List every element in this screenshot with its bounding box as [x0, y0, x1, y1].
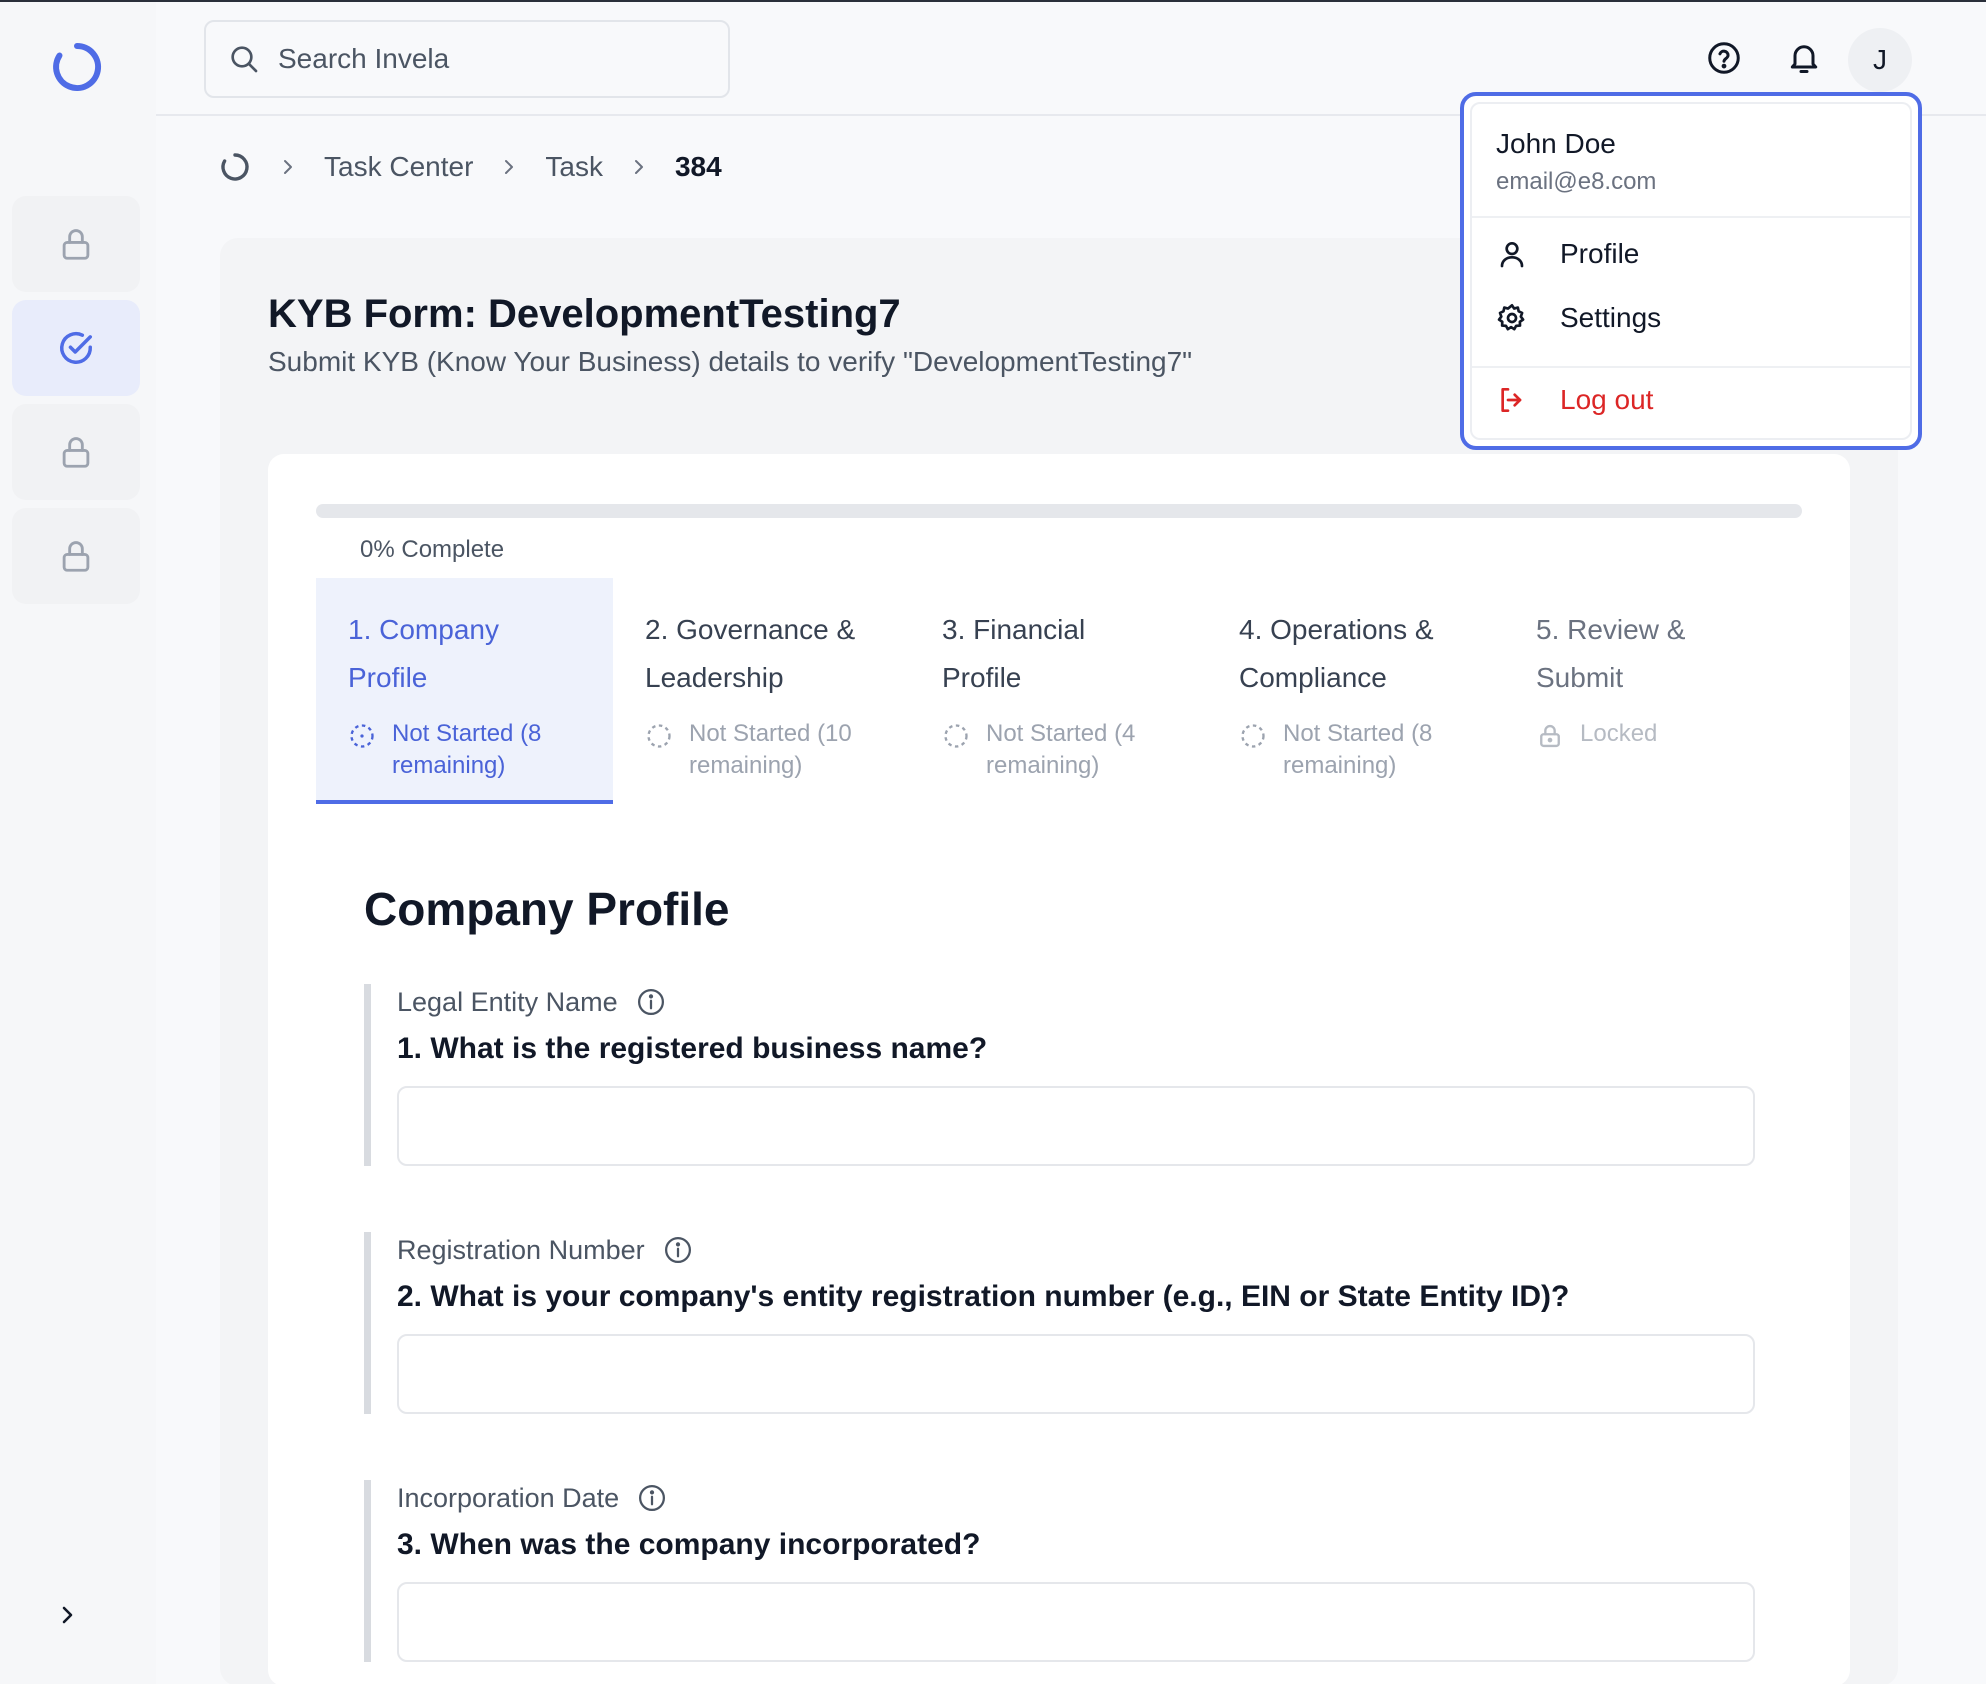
user-menu-dropdown: John Doe email@e8.com Profile Settings L… [1460, 92, 1922, 450]
user-icon [1500, 242, 1524, 268]
page-title: KYB Form: DevelopmentTesting7 [268, 292, 901, 336]
dashed-circle-icon [350, 724, 374, 748]
step-tabs: 1. Company Profile Not Started (8 remainin… [316, 578, 1802, 804]
sidebar-item-tasks[interactable] [12, 300, 140, 396]
breadcrumb-task[interactable]: Task [545, 151, 603, 183]
gear-icon [1497, 304, 1525, 331]
tab-operations-compliance[interactable]: 4. Operations & Compliance Not Started (8… [1207, 578, 1504, 804]
menu-item-logout[interactable]: Log out [1496, 384, 1653, 416]
tab-governance-leadership[interactable]: 2. Governance & Leadership Not Started (1… [613, 578, 910, 804]
form-body: 0% Complete 1. Company Profile Not Starte… [268, 454, 1850, 1684]
registration-number-input[interactable] [397, 1334, 1755, 1414]
step-status: Not Started (8 remaining) [348, 718, 581, 782]
legal-entity-name-input[interactable] [397, 1086, 1755, 1166]
user-email: email@e8.com [1496, 168, 1657, 195]
chevron-right-icon [505, 160, 514, 174]
kyb-form-card: KYB Form: DevelopmentTesting7 Submit KYB… [220, 238, 1898, 1684]
page-subtitle: Submit KYB (Know Your Business) details … [268, 346, 1193, 377]
field-question: 1. What is the registered business name? [397, 1032, 988, 1065]
field-question: 3. When was the company incorporated? [397, 1528, 981, 1561]
home-logo-icon[interactable] [218, 150, 252, 184]
dashed-circle-icon [944, 724, 968, 748]
step-title: 4. Operations & Compliance [1239, 614, 1434, 693]
info-icon[interactable] [636, 987, 666, 1017]
search-bar[interactable] [204, 20, 730, 98]
step-title: 2. Governance & Leadership [645, 614, 856, 693]
lock-icon [1540, 724, 1560, 748]
menu-divider [1472, 216, 1910, 218]
field-legal-entity-name: Legal Entity Name 1. What is the registe… [364, 984, 1756, 1166]
info-icon[interactable] [663, 1235, 693, 1265]
info-icon[interactable] [637, 1483, 667, 1513]
field-label: Legal Entity Name [397, 984, 1756, 1020]
step-title: 1. Company Profile [348, 614, 499, 693]
sidebar-item-locked-3[interactable] [12, 508, 140, 604]
dashed-circle-icon [647, 724, 671, 748]
chevron-right-icon [634, 160, 643, 174]
breadcrumb-task-center[interactable]: Task Center [324, 151, 473, 183]
search-icon [231, 46, 258, 73]
help-icon[interactable] [1706, 40, 1742, 76]
breadcrumb-current: 384 [674, 151, 722, 182]
sidebar [0, 2, 156, 1684]
menu-item-settings[interactable]: Settings [1496, 302, 1661, 334]
sidebar-item-locked-2[interactable] [12, 404, 140, 500]
incorporation-date-input[interactable] [397, 1582, 1755, 1662]
lock-icon [62, 541, 90, 572]
step-status: Not Started (4 remaining) [942, 718, 1175, 782]
lock-icon [62, 437, 90, 468]
tab-review-submit[interactable]: 5. Review & Submit Locked [1504, 578, 1801, 804]
logout-icon [1501, 388, 1522, 412]
step-status: Not Started (8 remaining) [1239, 718, 1472, 782]
chevron-right-icon[interactable] [56, 1600, 80, 1630]
step-title: 3. Financial Profile [942, 614, 1086, 693]
step-title: 5. Review & Submit [1536, 614, 1686, 693]
field-registration-number: Registration Number 2. What is your comp… [364, 1232, 1756, 1414]
chevron-right-icon [284, 160, 292, 174]
step-status: Locked [1536, 718, 1769, 750]
field-label: Registration Number [397, 1232, 1756, 1268]
user-name: John Doe [1496, 128, 1616, 159]
bell-icon[interactable] [1786, 40, 1822, 76]
check-circle-icon [60, 331, 92, 364]
progress-bar [316, 504, 1802, 518]
tab-financial-profile[interactable]: 3. Financial Profile Not Started (4 remain… [910, 578, 1207, 804]
dashed-circle-icon [1241, 724, 1265, 748]
sidebar-item-locked-1[interactable] [12, 196, 140, 292]
tab-company-profile[interactable]: 1. Company Profile Not Started (8 remainin… [316, 578, 613, 804]
user-menu-panel: John Doe email@e8.com Profile Settings L… [1470, 102, 1912, 440]
section-title: Company Profile [364, 883, 730, 935]
field-question: 2. What is your company's entity registr… [397, 1280, 1570, 1313]
app-root: J Task Center Task 384 KYB Form: Develop… [0, 0, 1986, 1684]
progress-label: 0% Complete [360, 536, 505, 563]
field-label: Incorporation Date [397, 1480, 1756, 1516]
step-status: Not Started (10 remaining) [645, 718, 878, 782]
search-input[interactable] [278, 43, 718, 75]
user-avatar[interactable]: J [1848, 28, 1912, 92]
invela-logo-icon[interactable] [50, 40, 104, 94]
menu-item-profile[interactable]: Profile [1496, 238, 1639, 270]
menu-divider [1472, 366, 1910, 368]
breadcrumb: Task Center Task 384 [218, 150, 722, 184]
field-incorporation-date: Incorporation Date 3. When was the compa… [364, 1480, 1756, 1662]
lock-icon [62, 229, 90, 260]
